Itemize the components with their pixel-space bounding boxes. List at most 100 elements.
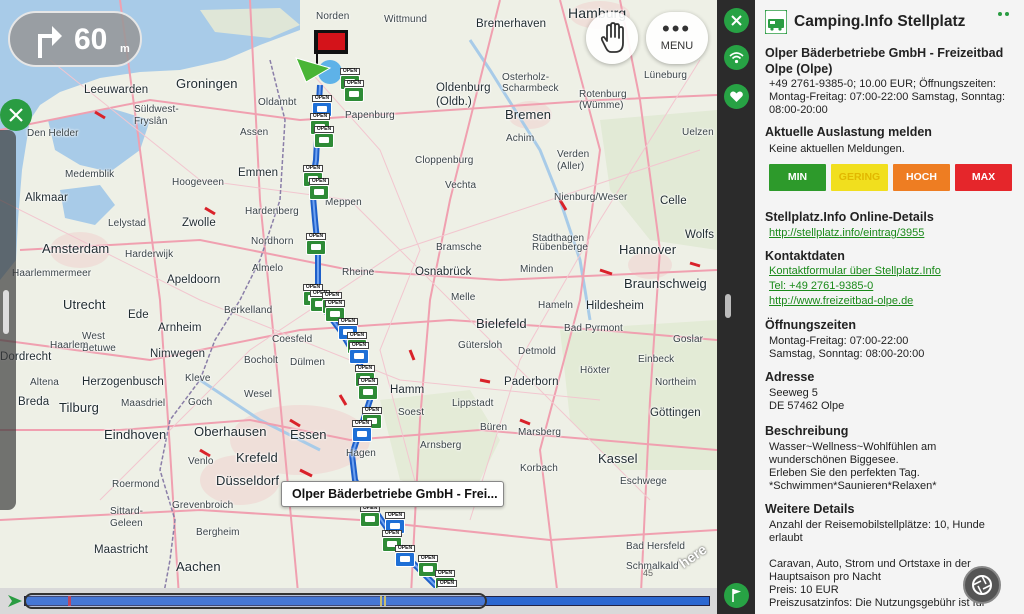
city-label: Hoogeveen <box>172 177 225 188</box>
camper-logo-icon <box>765 10 787 34</box>
menu-label: MENU <box>660 40 694 52</box>
open-tag: OPEN <box>358 378 378 385</box>
city-label: Goch <box>188 397 213 408</box>
description-line: Wasser~Wellness~Wohlfühlen am <box>769 441 937 453</box>
panel-resize-handle[interactable] <box>725 294 731 318</box>
address-line: Seeweg 5 <box>769 387 818 399</box>
camper-icon <box>309 185 329 200</box>
city-label: Norden <box>316 11 350 22</box>
city-label: Uelzen <box>682 127 714 138</box>
city-label: Bremen <box>505 107 552 122</box>
open-tag: OPEN <box>437 580 457 587</box>
status-dots <box>998 3 1012 21</box>
campsite-marker[interactable]: OPEN <box>352 420 372 442</box>
map-scale-label: 45 <box>643 568 654 578</box>
contact-form-link[interactable]: Kontaktformular über Stellplatz.Info <box>765 264 1020 279</box>
city-label: Lüneburg <box>644 70 688 81</box>
route-progress-bar[interactable] <box>0 588 717 614</box>
city-label: Altena <box>30 377 59 388</box>
city-label: Göttingen <box>650 407 701 419</box>
city-label: Assen <box>240 127 269 138</box>
open-tag: OPEN <box>344 80 364 87</box>
city-label: Hamm <box>390 384 425 396</box>
route-bar-viewport[interactable] <box>24 593 487 609</box>
open-tag: OPEN <box>312 95 332 102</box>
city-label: Berkelland <box>224 305 273 316</box>
description-line: *Schwimmen*Saunieren*Relaxen* <box>769 480 937 492</box>
open-tag: OPEN <box>310 113 330 120</box>
campsite-marker[interactable]: OPEN <box>358 378 378 400</box>
destination-button[interactable] <box>724 583 749 608</box>
close-left-button[interactable] <box>0 99 32 131</box>
city-label: Paderborn <box>504 376 559 388</box>
city-label: Hildesheim <box>586 300 644 312</box>
occupancy-low-button[interactable]: GERING <box>831 164 888 191</box>
open-tag: OPEN <box>435 570 455 577</box>
city-label: Eindhoven <box>104 427 167 442</box>
city-label: Bad Hersfeld <box>626 541 686 552</box>
city-label: Leeuwarden <box>84 84 149 96</box>
city-label: Sittard- <box>110 506 144 517</box>
city-label: Höxter <box>580 365 611 376</box>
more-details-heading: Weitere Details <box>765 502 855 516</box>
open-tag: OPEN <box>395 545 415 552</box>
city-label: (Wümme) <box>579 100 624 111</box>
city-label: Nordhorn <box>251 236 294 247</box>
city-label: Coesfeld <box>272 334 313 345</box>
city-label: Osnabrück <box>415 266 472 278</box>
campsite-marker[interactable]: OPEN <box>314 126 334 148</box>
city-label: Emmen <box>238 167 279 179</box>
city-label: Vechta <box>445 180 477 191</box>
city-label: Den Helder <box>27 128 79 139</box>
city-label: Ede <box>128 309 149 321</box>
campsite-marker[interactable]: OPEN <box>344 80 364 102</box>
city-label: Oberhausen <box>194 424 267 439</box>
pan-mode-button[interactable] <box>586 12 638 64</box>
city-label: Hagen <box>346 448 376 459</box>
online-details-link[interactable]: http://stellplatz.info/eintrag/3955 <box>765 226 1020 241</box>
occupancy-min-button[interactable]: MIN <box>769 164 826 191</box>
city-label: Braunschweig <box>624 276 707 291</box>
left-drawer-handle[interactable] <box>0 130 16 510</box>
phone-link[interactable]: Tel: +49 2761-9385-0 <box>765 279 1020 294</box>
occupancy-high-button[interactable]: HOCH <box>893 164 950 191</box>
speed-limit-widget[interactable]: 60 m <box>8 11 142 67</box>
campsite-marker[interactable]: OPEN <box>306 233 326 255</box>
city-label: Lelystad <box>108 218 147 229</box>
favorite-button[interactable] <box>724 84 749 109</box>
city-label: Süldwest- <box>134 104 179 115</box>
city-label: Almelo <box>252 263 284 274</box>
menu-button[interactable]: ••• MENU <box>646 12 708 64</box>
occupancy-max-button[interactable]: MAX <box>955 164 1012 191</box>
open-tag: OPEN <box>418 555 438 562</box>
camera-button[interactable] <box>963 566 1001 604</box>
flag-icon <box>732 589 741 602</box>
poi-tooltip[interactable]: Olper Bäderbetriebe GmbH - Frei... <box>281 481 504 507</box>
campsite-marker[interactable]: OPEN <box>395 545 415 567</box>
website-link[interactable]: http://www.freizeitbad-olpe.de <box>765 294 1020 309</box>
city-label: Marsberg <box>518 427 562 438</box>
close-panel-button[interactable] <box>724 8 749 33</box>
open-tag: OPEN <box>382 530 402 537</box>
opening-hours-heading: Öffnungszeiten <box>765 318 856 332</box>
open-tag: OPEN <box>306 233 326 240</box>
city-label: Amsterdam <box>42 241 110 256</box>
city-label: Korbach <box>520 463 558 474</box>
online-status-button[interactable] <box>724 45 749 70</box>
open-tag: OPEN <box>362 407 382 414</box>
campsite-marker[interactable]: OPEN <box>360 505 380 527</box>
drawer-knob[interactable] <box>3 290 9 334</box>
city-label: Cloppenburg <box>415 155 474 166</box>
city-label: Oldambt <box>258 97 297 108</box>
open-tag: OPEN <box>338 318 358 325</box>
campsite-marker[interactable]: OPEN <box>349 342 369 364</box>
city-label: Kleve <box>185 373 211 384</box>
open-tag: OPEN <box>347 332 367 339</box>
poi-info-panel[interactable]: Camping.Info Stellplatz Olper Bäderbetri… <box>755 0 1024 614</box>
city-label: Hardenberg <box>245 206 299 217</box>
city-label: (Aller) <box>557 161 585 172</box>
city-label: Breda <box>18 396 50 408</box>
campsite-marker[interactable]: OPEN <box>309 178 329 200</box>
place-name: Olper Bäderbetriebe GmbH - Freizeitbad O… <box>765 46 1004 76</box>
map-view[interactable]: Hamburg Norden Wittmund Bremerhaven Groninge… <box>0 0 717 614</box>
